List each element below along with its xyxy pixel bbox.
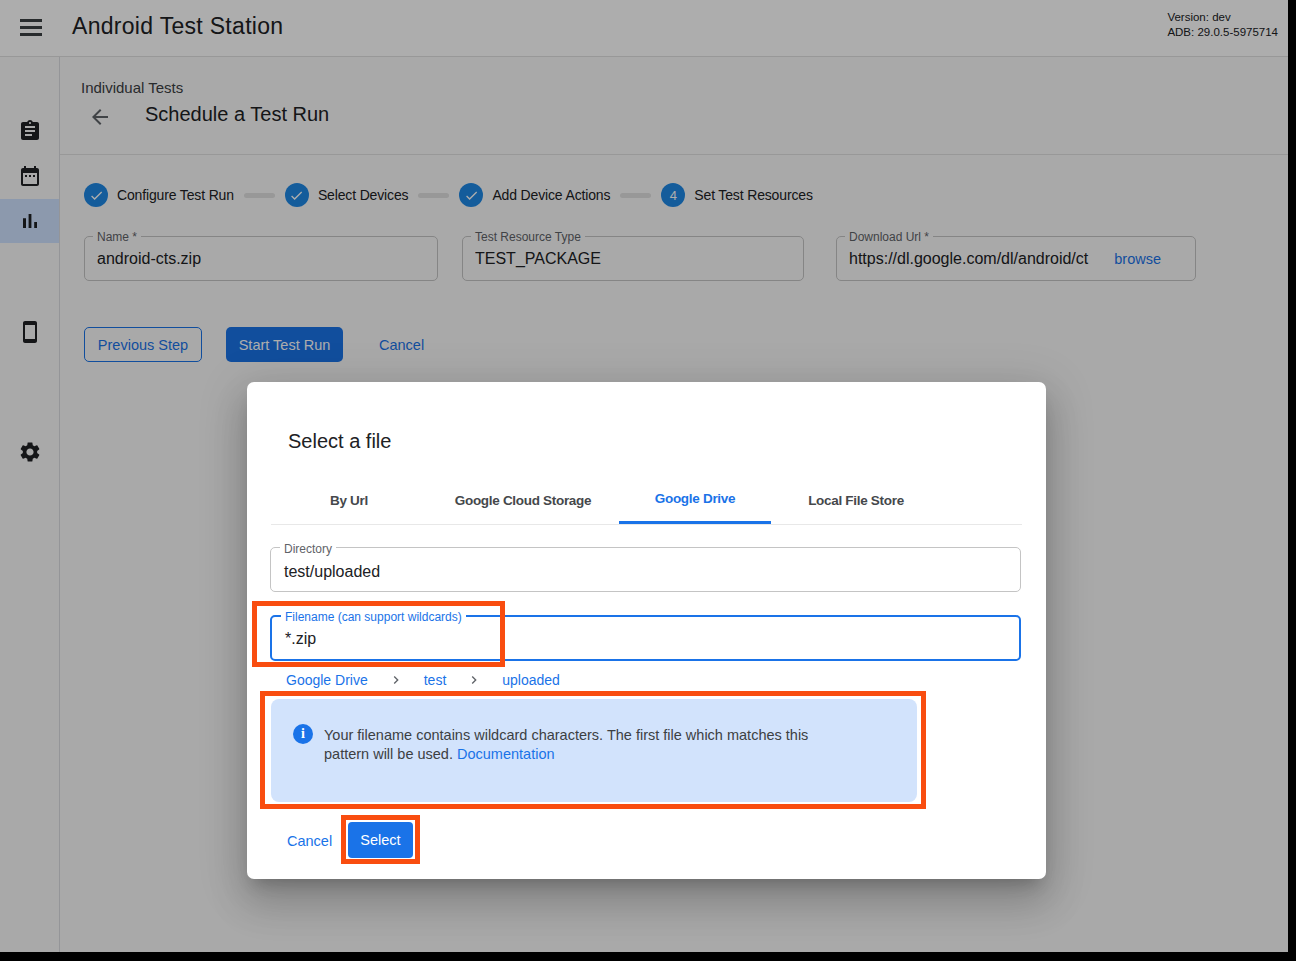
- tab-google-cloud-storage[interactable]: Google Cloud Storage: [427, 476, 619, 524]
- tab-by-url[interactable]: By Url: [271, 476, 427, 524]
- annotation-select-highlight: [341, 815, 420, 864]
- directory-label: Directory: [280, 542, 336, 556]
- breadcrumb-google-drive[interactable]: Google Drive: [286, 672, 368, 688]
- dialog-title: Select a file: [288, 430, 391, 453]
- dialog-cancel-button[interactable]: Cancel: [287, 833, 332, 849]
- directory-value: test/uploaded: [284, 563, 380, 581]
- drive-breadcrumb: Google Drive test uploaded: [286, 671, 560, 689]
- chevron-right-icon: [466, 672, 482, 688]
- chevron-right-icon: [388, 672, 404, 688]
- tab-local-file-store[interactable]: Local File Store: [771, 476, 941, 524]
- tabs-divider: [271, 524, 1022, 525]
- annotation-filename-highlight: [252, 601, 505, 667]
- screenshot-frame: Android Test Station Version: dev ADB: 2…: [0, 0, 1296, 961]
- directory-field[interactable]: Directory test/uploaded: [270, 547, 1021, 592]
- tab-google-drive[interactable]: Google Drive: [619, 476, 771, 524]
- annotation-alert-highlight: [260, 691, 926, 809]
- breadcrumb-test[interactable]: test: [424, 672, 447, 688]
- breadcrumb-uploaded[interactable]: uploaded: [502, 672, 560, 688]
- dialog-tabs: By Url Google Cloud Storage Google Drive…: [271, 476, 941, 524]
